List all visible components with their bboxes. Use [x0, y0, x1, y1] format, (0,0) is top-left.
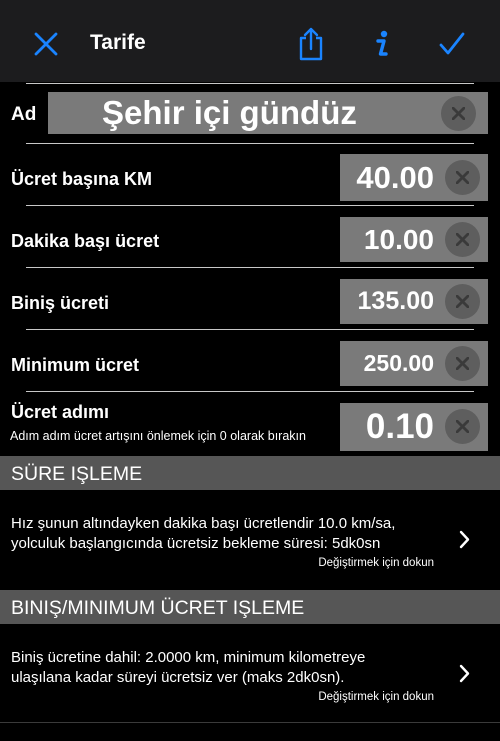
- separator: [26, 267, 474, 268]
- clear-km-fee-button[interactable]: [445, 160, 480, 195]
- clear-icon: [456, 357, 469, 370]
- duration-tap-hint: Değiştirmek için dokun: [318, 557, 434, 569]
- boarding-section-title: BINIŞ/MINIMUM ÜCRET IŞLEME: [11, 597, 305, 619]
- minute-fee-label: Dakika başı ücret: [11, 231, 160, 251]
- chevron-right-icon: [459, 664, 470, 683]
- boarding-settings-row[interactable]: Biniş ücretine dahil: 2.0000 km, minimum…: [0, 624, 500, 714]
- minute-fee-field[interactable]: 10.00: [340, 217, 488, 262]
- km-fee-value: 40.00: [356, 159, 434, 195]
- clear-name-button[interactable]: [441, 96, 476, 131]
- confirm-button[interactable]: [430, 22, 474, 66]
- boarding-section-header: BINIŞ/MINIMUM ÜCRET IŞLEME: [0, 590, 500, 624]
- close-button[interactable]: [24, 22, 68, 66]
- minimum-fee-field[interactable]: 250.00: [340, 341, 488, 386]
- separator: [26, 329, 474, 330]
- clear-minimum-fee-button[interactable]: [445, 346, 480, 381]
- boarding-description-line2: ulaşılana kadar süreyi ücretsiz ver (mak…: [11, 669, 345, 686]
- clear-icon: [456, 420, 469, 433]
- clear-icon: [452, 107, 465, 120]
- clear-boarding-fee-button[interactable]: [445, 284, 480, 319]
- separator: [26, 83, 474, 84]
- share-icon: [299, 27, 323, 61]
- fee-step-label: Ücret adımı: [11, 402, 110, 422]
- duration-section-header: SÜRE IŞLEME: [0, 456, 500, 490]
- fee-step-hint: Adım adım ücret artışını önlemek için 0 …: [10, 429, 306, 443]
- checkmark-icon: [439, 32, 465, 55]
- minute-fee-value: 10.00: [363, 223, 434, 255]
- chevron-right-icon: [459, 530, 470, 549]
- separator: [26, 391, 474, 392]
- duration-section-title: SÜRE IŞLEME: [11, 463, 143, 485]
- boarding-fee-value: 135.00: [357, 287, 434, 315]
- duration-description-line1: Hız şunun altındayken dakika başı ücretl…: [11, 515, 396, 532]
- fee-step-value: 0.10: [365, 407, 434, 446]
- clear-icon: [456, 171, 469, 184]
- info-icon: [376, 30, 388, 56]
- km-fee-label: Ücret başına KM: [11, 169, 153, 189]
- separator: [26, 205, 474, 206]
- boarding-fee-field[interactable]: 135.00: [340, 279, 488, 324]
- page-title: Tarife: [90, 31, 146, 54]
- navigation-bar: Tarife: [0, 0, 500, 82]
- boarding-fee-label: Biniş ücreti: [11, 293, 110, 313]
- separator: [26, 143, 474, 144]
- name-field[interactable]: Şehir içi gündüz: [48, 92, 488, 134]
- name-value: Şehir içi gündüz: [102, 94, 357, 131]
- minimum-fee-value: 250.00: [363, 350, 434, 376]
- clear-icon: [456, 233, 469, 246]
- duration-description-line2: yolculuk başlangıcında ücretsiz bekleme …: [11, 535, 381, 552]
- name-label: Ad: [11, 104, 37, 125]
- info-button[interactable]: [359, 22, 403, 66]
- boarding-tap-hint: Değiştirmek için dokun: [318, 691, 434, 703]
- clear-minute-fee-button[interactable]: [445, 222, 480, 257]
- boarding-description-line1: Biniş ücretine dahil: 2.0000 km, minimum…: [11, 649, 366, 666]
- share-button[interactable]: [289, 22, 333, 66]
- km-fee-field[interactable]: 40.00: [340, 154, 488, 201]
- clear-fee-step-button[interactable]: [445, 409, 480, 444]
- close-icon: [34, 32, 58, 56]
- minimum-fee-label: Minimum ücret: [11, 355, 140, 375]
- duration-settings-row[interactable]: Hız şunun altındayken dakika başı ücretl…: [0, 490, 500, 578]
- fee-step-field[interactable]: 0.10: [340, 403, 488, 451]
- separator: [0, 722, 500, 723]
- clear-icon: [456, 295, 469, 308]
